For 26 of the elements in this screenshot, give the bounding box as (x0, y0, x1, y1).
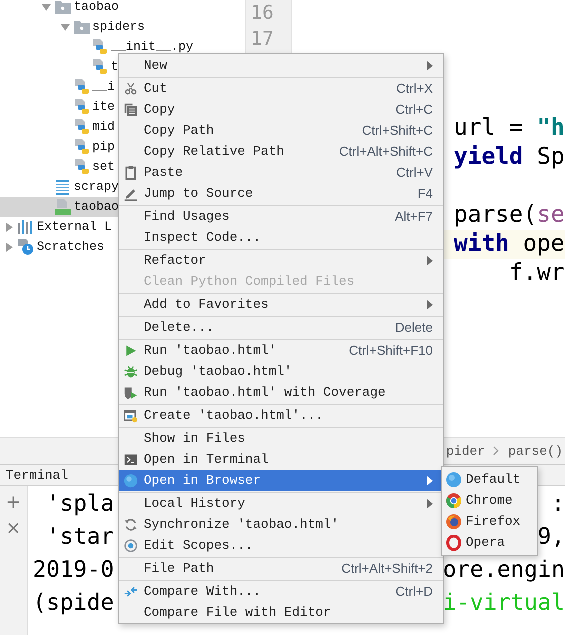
terminal-text: ore.engin (443, 556, 565, 585)
terminal-text: (spide (33, 589, 114, 618)
code-line: url = "h (453, 114, 565, 143)
shortcut-text: Alt+F7 (395, 209, 433, 224)
shortcut-text: Ctrl+X (396, 81, 433, 96)
shortcut-text: Ctrl+Shift+C (362, 123, 433, 138)
terminal-text: 'spla (46, 490, 114, 519)
line-number: 16 (250, 1, 275, 26)
code-line: parse(se (453, 201, 565, 230)
terminal-text: : (551, 490, 565, 519)
shortcut-text: Ctrl+Shift+F10 (349, 343, 433, 358)
terminal-text: 'star (46, 523, 114, 552)
terminal-text: 2019-0 (33, 556, 114, 585)
code-line: f.wr (508, 259, 565, 288)
terminal-text: 9, (538, 523, 565, 552)
tool-window-title: Terminal (6, 468, 68, 482)
code-line: yield Sp (453, 143, 565, 172)
shortcut-text: Ctrl+V (396, 165, 433, 180)
shortcut-text: Ctrl+Alt+Shift+C (339, 144, 433, 159)
shortcut-text: Ctrl+Alt+Shift+2 (342, 561, 433, 576)
shortcut-text: Ctrl+D (396, 584, 433, 599)
line-number: 17 (250, 27, 275, 52)
shortcut-text: F4 (418, 186, 433, 201)
shortcut-text: Ctrl+C (396, 102, 433, 117)
shortcut-text: Delete (395, 320, 433, 335)
terminal-text: i-virtual (443, 589, 565, 618)
